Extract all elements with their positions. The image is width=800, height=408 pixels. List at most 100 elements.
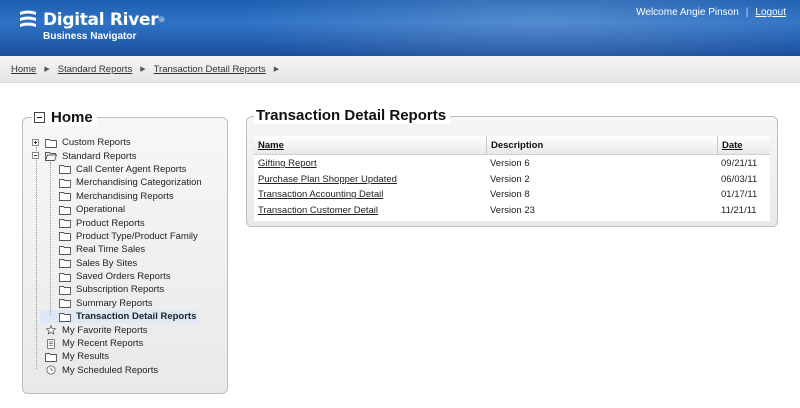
collapse-icon[interactable] bbox=[32, 152, 39, 160]
report-date: 09/21/11 bbox=[721, 158, 758, 170]
report-date: 01/17/11 bbox=[721, 189, 758, 201]
tree-item-sales-by-sites[interactable]: Sales By Sites bbox=[30, 257, 202, 270]
tree-item-label: Standard Reports bbox=[62, 150, 137, 162]
column-header-description: Description bbox=[486, 135, 717, 155]
table-header: Name Description Date bbox=[254, 135, 770, 155]
user-area: Welcome Angie Pinson | Logout bbox=[636, 7, 786, 18]
tree-item-summary-reports[interactable]: Summary Reports bbox=[30, 297, 202, 310]
folder-icon bbox=[59, 298, 76, 309]
tree-item-my-scheduled-reports[interactable]: My Scheduled Reports bbox=[30, 364, 202, 377]
product-subtitle: Business Navigator bbox=[43, 31, 137, 42]
table-row: Purchase Plan Shopper Updated Version 2 06… bbox=[254, 171, 770, 187]
folder-icon bbox=[59, 312, 76, 322]
folder-icon bbox=[59, 285, 76, 295]
report-name-link[interactable]: Purchase Plan Shopper Updated bbox=[254, 174, 486, 185]
breadcrumb-transaction-detail-reports[interactable]: Transaction Detail Reports bbox=[154, 64, 266, 75]
collapse-icon[interactable] bbox=[34, 112, 45, 123]
tree-item-label: Product Type/Product Family bbox=[76, 230, 198, 242]
report-date: 06/03/11 bbox=[721, 173, 758, 185]
folder-open-icon bbox=[45, 151, 62, 162]
breadcrumb-standard-reports[interactable]: Standard Reports bbox=[58, 64, 132, 75]
header-separator: | bbox=[745, 7, 749, 18]
page-title: Transaction Detail Reports bbox=[254, 107, 451, 124]
digital-river-logo-icon bbox=[20, 10, 36, 27]
report-description: Version 6 bbox=[490, 158, 530, 170]
brand-trademark: ® bbox=[158, 16, 166, 24]
tree-item-label: Merchandising Categorization bbox=[76, 177, 202, 189]
report-tree: Custom Reports Standard Reports Call Cente… bbox=[30, 136, 202, 377]
tree-item-custom-reports[interactable]: Custom Reports bbox=[30, 136, 202, 149]
breadcrumb-arrow-icon: ▶ bbox=[273, 66, 280, 73]
report-description: Version 8 bbox=[490, 189, 530, 201]
tree-item-label: Summary Reports bbox=[76, 297, 153, 309]
tree-item-label: Custom Reports bbox=[62, 137, 131, 149]
tree-item-label: My Favorite Reports bbox=[62, 324, 148, 336]
welcome-text: Welcome Angie Pinson bbox=[636, 7, 739, 18]
brand-logo[interactable]: Digital River ® bbox=[18, 9, 165, 31]
tree-title[interactable]: Home bbox=[32, 109, 97, 126]
tree-item-product-type-product-family[interactable]: Product Type/Product Family bbox=[30, 230, 202, 243]
tree-item-call-center-agent-reports[interactable]: Call Center Agent Reports bbox=[30, 163, 202, 176]
tree-item-merchandising-categorization[interactable]: Merchandising Categorization bbox=[30, 176, 202, 189]
tree-item-label: Saved Orders Reports bbox=[76, 271, 171, 283]
folder-icon bbox=[45, 138, 62, 148]
tree-item-label: Call Center Agent Reports bbox=[76, 163, 187, 175]
tree-item-label: My Results bbox=[62, 351, 109, 363]
tree-item-product-reports[interactable]: Product Reports bbox=[30, 216, 202, 229]
table-row: Gifting Report Version 6 09/21/11 bbox=[254, 156, 770, 172]
brand-name: Digital River bbox=[43, 10, 159, 30]
tree-item-my-favorite-reports[interactable]: My Favorite Reports bbox=[30, 323, 202, 336]
report-date: 11/21/11 bbox=[721, 204, 757, 216]
tree-item-label: My Recent Reports bbox=[62, 338, 144, 350]
folder-icon bbox=[59, 258, 76, 269]
star-icon bbox=[45, 325, 62, 335]
tree-item-label: Real Time Sales bbox=[76, 244, 146, 256]
tree-item-transaction-detail-reports[interactable]: Transaction Detail Reports bbox=[30, 310, 202, 323]
tree-item-my-recent-reports[interactable]: My Recent Reports bbox=[30, 337, 202, 350]
tree-item-label: Merchandising Reports bbox=[76, 190, 174, 202]
clock-icon bbox=[45, 365, 62, 375]
tree-item-label: Transaction Detail Reports bbox=[76, 311, 197, 323]
table-row: Transaction Accounting Detail Version 8 01… bbox=[254, 187, 770, 203]
folder-icon bbox=[59, 191, 76, 202]
folder-icon bbox=[45, 352, 62, 362]
tree-item-my-results[interactable]: My Results bbox=[30, 350, 202, 363]
tree-item-saved-orders-reports[interactable]: Saved Orders Reports bbox=[30, 270, 202, 283]
tree-item-operational[interactable]: Operational bbox=[30, 203, 202, 216]
breadcrumb-arrow-icon: ▶ bbox=[140, 66, 146, 73]
report-description: Version 2 bbox=[490, 173, 530, 185]
tree-item-label: Sales By Sites bbox=[76, 257, 138, 269]
folder-icon bbox=[59, 272, 76, 282]
column-header-date[interactable]: Date bbox=[717, 135, 770, 155]
document-icon bbox=[45, 338, 62, 349]
tree-title-label: Home bbox=[51, 109, 93, 126]
tree-item-label: Product Reports bbox=[76, 217, 145, 229]
tree-item-label: Operational bbox=[76, 204, 126, 216]
tree-item-label: Subscription Reports bbox=[76, 284, 165, 296]
report-name-link[interactable]: Transaction Customer Detail bbox=[254, 205, 486, 216]
folder-icon bbox=[59, 231, 76, 242]
breadcrumb-home[interactable]: Home bbox=[11, 64, 36, 75]
breadcrumb: Home ▶ Standard Reports ▶ Transaction De… bbox=[0, 56, 800, 83]
tree-item-merchandising-reports[interactable]: Merchandising Reports bbox=[30, 190, 202, 203]
tree-item-standard-reports[interactable]: Standard Reports bbox=[30, 149, 202, 162]
folder-icon bbox=[59, 164, 76, 175]
logout-link[interactable]: Logout bbox=[755, 7, 786, 18]
folder-icon bbox=[59, 205, 76, 215]
report-name-link[interactable]: Gifting Report bbox=[254, 158, 486, 169]
table-body: Gifting Report Version 6 09/21/11 Purchase … bbox=[254, 155, 770, 221]
report-description: Version 23 bbox=[490, 204, 535, 216]
expand-icon[interactable] bbox=[32, 139, 39, 146]
column-header-name[interactable]: Name bbox=[254, 136, 486, 155]
tree-item-label: My Scheduled Reports bbox=[62, 364, 159, 376]
tree-item-subscription-reports[interactable]: Subscription Reports bbox=[30, 283, 202, 296]
table-row: Transaction Customer Detail Version 23 11/… bbox=[254, 202, 770, 218]
folder-icon bbox=[59, 245, 76, 255]
reports-table: Name Description Date Gifting Report Vers… bbox=[254, 135, 770, 221]
folder-icon bbox=[59, 178, 76, 188]
folder-icon bbox=[59, 218, 76, 228]
report-name-link[interactable]: Transaction Accounting Detail bbox=[254, 189, 486, 200]
app-header: Digital River ® Business Navigator Welco… bbox=[0, 0, 800, 56]
breadcrumb-arrow-icon: ▶ bbox=[44, 66, 50, 73]
tree-item-real-time-sales[interactable]: Real Time Sales bbox=[30, 243, 202, 256]
